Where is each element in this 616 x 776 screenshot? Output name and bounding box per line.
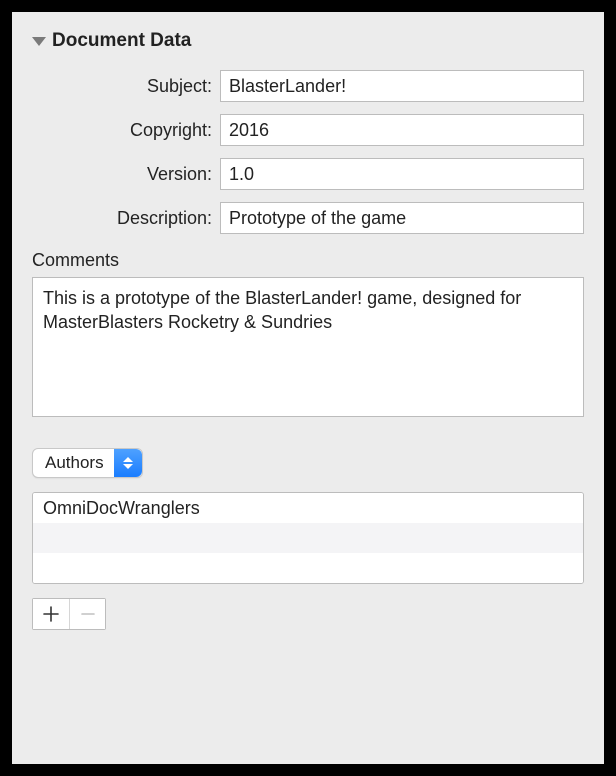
minus-icon: [80, 606, 96, 622]
list-button-bar: [32, 598, 106, 630]
authors-select[interactable]: Authors: [32, 448, 143, 478]
authors-select-label: Authors: [45, 453, 104, 473]
inspector-panel: Document Data Subject: Copyright: Versio…: [12, 12, 604, 764]
authors-listbox[interactable]: OmniDocWranglers: [32, 492, 584, 584]
remove-button: [69, 599, 105, 629]
comments-label: Comments: [32, 250, 584, 271]
list-item[interactable]: [33, 553, 583, 583]
version-label: Version:: [32, 164, 212, 185]
subject-input[interactable]: [220, 70, 584, 102]
copyright-input[interactable]: [220, 114, 584, 146]
copyright-label: Copyright:: [32, 120, 212, 141]
plus-icon: [43, 606, 59, 622]
add-button[interactable]: [33, 599, 69, 629]
description-input[interactable]: [220, 202, 584, 234]
subject-label: Subject:: [32, 76, 212, 97]
section-title: Document Data: [52, 30, 191, 52]
description-label: Description:: [32, 208, 212, 229]
list-item[interactable]: OmniDocWranglers: [33, 493, 583, 523]
dropdown-row: Authors: [32, 448, 584, 478]
version-input[interactable]: [220, 158, 584, 190]
form-grid: Subject: Copyright: Version: Description…: [32, 70, 584, 234]
chevron-updown-icon: [114, 449, 142, 477]
section-header[interactable]: Document Data: [32, 30, 584, 52]
list-item[interactable]: [33, 523, 583, 553]
comments-textarea[interactable]: [32, 277, 584, 417]
disclosure-triangle-icon[interactable]: [32, 37, 46, 46]
